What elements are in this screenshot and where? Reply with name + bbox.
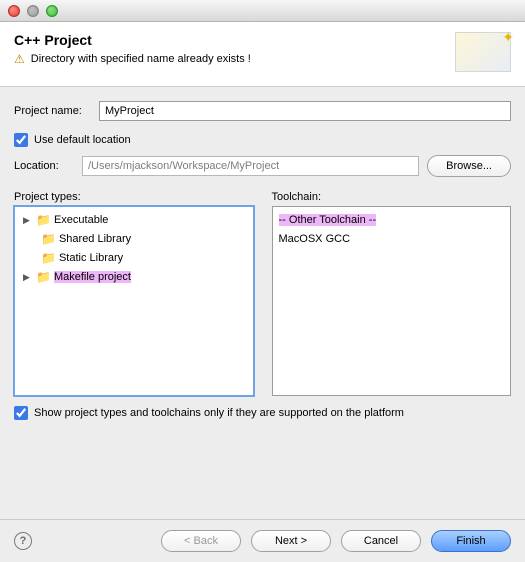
tree-item-label: Shared Library (59, 231, 131, 248)
location-input (82, 156, 419, 176)
project-type-item[interactable]: ▶📁Executable (17, 211, 251, 230)
tree-item-label: Executable (54, 212, 108, 229)
wizard-footer: ? < Back Next > Cancel Finish (0, 519, 525, 562)
project-name-label: Project name: (14, 105, 99, 117)
chevron-right-icon: ▶ (23, 269, 33, 286)
warning-icon: ⚠ (14, 52, 25, 66)
wizard-banner-icon (455, 32, 511, 72)
toolchain-item[interactable]: MacOSX GCC (275, 230, 509, 249)
project-types-label: Project types: (14, 191, 254, 203)
folder-icon: 📁 (41, 250, 56, 267)
chevron-right-icon: ▶ (23, 212, 33, 229)
toolchain-list[interactable]: -- Other Toolchain --MacOSX GCC (272, 206, 512, 396)
finish-button[interactable]: Finish (431, 530, 511, 552)
titlebar (0, 0, 525, 22)
use-default-location-label: Use default location (34, 134, 131, 146)
cancel-button[interactable]: Cancel (341, 530, 421, 552)
zoom-icon[interactable] (46, 5, 58, 17)
show-supported-label: Show project types and toolchains only i… (34, 407, 404, 419)
folder-icon: 📁 (41, 231, 56, 248)
back-button[interactable]: < Back (161, 530, 241, 552)
toolchain-item[interactable]: -- Other Toolchain -- (275, 211, 509, 230)
page-title: C++ Project (14, 32, 251, 48)
project-type-item[interactable]: ▶📁Makefile project (17, 268, 251, 287)
browse-button[interactable]: Browse... (427, 155, 511, 177)
close-icon[interactable] (8, 5, 20, 17)
location-label: Location: (14, 160, 74, 172)
next-button[interactable]: Next > (251, 530, 331, 552)
project-name-input[interactable] (99, 101, 511, 121)
help-icon[interactable]: ? (14, 532, 32, 550)
wizard-header: C++ Project ⚠ Directory with specified n… (0, 22, 525, 87)
project-types-list[interactable]: ▶📁Executable📁Shared Library📁Static Libra… (14, 206, 254, 396)
folder-icon: 📁 (36, 212, 51, 229)
use-default-location-checkbox[interactable] (14, 133, 28, 147)
folder-icon: 📁 (36, 269, 51, 286)
tree-item-label: Makefile project (54, 269, 131, 286)
toolchain-label: Toolchain: (272, 191, 512, 203)
project-type-item[interactable]: 📁Shared Library (17, 230, 251, 249)
tree-item-label: Static Library (59, 250, 123, 267)
show-supported-checkbox[interactable] (14, 406, 28, 420)
project-type-item[interactable]: 📁Static Library (17, 249, 251, 268)
warning-text: Directory with specified name already ex… (31, 53, 251, 65)
minimize-icon[interactable] (27, 5, 39, 17)
